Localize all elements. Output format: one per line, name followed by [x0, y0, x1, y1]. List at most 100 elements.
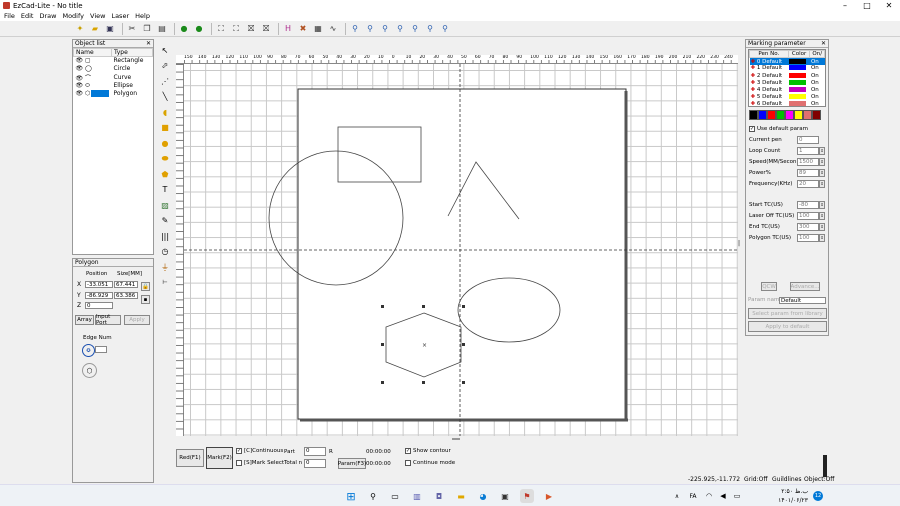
- output-port-icon[interactable]: ⊢: [159, 277, 171, 289]
- param-input[interactable]: 100: [797, 211, 819, 220]
- zoom-page-icon[interactable]: ⚲: [439, 23, 451, 35]
- point-icon[interactable]: ⋰: [159, 75, 171, 87]
- select-library-button[interactable]: Select param from library: [748, 308, 827, 319]
- barcode-icon[interactable]: |||: [159, 230, 171, 242]
- width-input[interactable]: 67.441: [114, 281, 138, 288]
- add-icon[interactable]: ●: [178, 23, 190, 35]
- spin-arrows-icon[interactable]: ⇕: [819, 157, 825, 166]
- volume-icon[interactable]: ◀: [716, 489, 730, 503]
- table-row[interactable]: 👁 ◯ Circle: [74, 65, 153, 73]
- grid-status[interactable]: Grid:Off: [744, 476, 768, 483]
- bitmap-icon[interactable]: ▨: [159, 199, 171, 211]
- pen-row[interactable]: ✚ 5 Default On: [750, 94, 825, 101]
- column-on[interactable]: On/: [809, 50, 825, 59]
- widgets-icon[interactable]: ▥: [410, 489, 424, 503]
- param-input[interactable]: 1: [797, 146, 819, 155]
- pen-color[interactable]: [788, 72, 810, 79]
- param-input[interactable]: 100: [797, 233, 819, 242]
- language-indicator[interactable]: FA: [686, 489, 700, 503]
- text-icon[interactable]: T: [159, 184, 171, 196]
- invert-select-icon[interactable]: ⛝: [260, 23, 272, 35]
- store-icon[interactable]: ▣: [498, 489, 512, 503]
- pen-row[interactable]: ✚ 6 Default On: [750, 101, 825, 106]
- pen-color[interactable]: [788, 86, 810, 93]
- z-input[interactable]: 0: [85, 302, 113, 309]
- cut-icon[interactable]: ✂: [126, 23, 138, 35]
- object-status[interactable]: Object:Off: [804, 476, 834, 483]
- qcw-button[interactable]: QCW: [761, 282, 777, 291]
- spin-arrows-icon[interactable]: ⇕: [819, 211, 825, 220]
- input-port-button[interactable]: Input Port: [95, 314, 121, 326]
- pen-row[interactable]: ✚ 2 Default On: [750, 72, 825, 79]
- menu-view[interactable]: View: [90, 12, 105, 20]
- pen-color[interactable]: [788, 58, 810, 65]
- pen-expand-icon[interactable]: ✚: [751, 87, 756, 93]
- total-input[interactable]: 0: [304, 459, 326, 468]
- palette-color[interactable]: [785, 110, 794, 120]
- eye-icon[interactable]: 👁: [76, 75, 84, 82]
- ellipse-draw-icon[interactable]: ⬬: [159, 153, 171, 165]
- circle-draw-icon[interactable]: ●: [159, 137, 171, 149]
- zoom-fit-icon[interactable]: ⚲: [409, 23, 421, 35]
- media-app-icon[interactable]: ▶: [542, 489, 556, 503]
- paste-icon[interactable]: ▤: [156, 23, 168, 35]
- pen-expand-icon[interactable]: ✚: [751, 59, 756, 65]
- param-input[interactable]: 1500: [797, 157, 819, 166]
- eye-icon[interactable]: 👁: [76, 65, 84, 72]
- chat-icon[interactable]: ◘: [432, 489, 446, 503]
- clock-time[interactable]: ۲:۵۰ ب.ظ: [768, 488, 808, 495]
- pen-on[interactable]: On: [810, 79, 825, 86]
- palette-color[interactable]: [794, 110, 803, 120]
- zoom-out-icon[interactable]: ⚲: [379, 23, 391, 35]
- pen-color[interactable]: [788, 79, 810, 86]
- anchor-icon[interactable]: ▪: [141, 295, 150, 304]
- zoom-all-icon[interactable]: ⚲: [394, 23, 406, 35]
- open-file-icon[interactable]: ▰: [89, 23, 101, 35]
- timer-icon[interactable]: ◷: [159, 246, 171, 258]
- menu-file[interactable]: File: [4, 12, 15, 20]
- spin-arrows-icon[interactable]: ⇕: [819, 222, 825, 231]
- overflow-icon[interactable]: ∧: [670, 489, 684, 503]
- param-name-input[interactable]: Default: [779, 297, 826, 304]
- param-button[interactable]: Param(F3): [338, 458, 366, 469]
- polygon-draw-icon[interactable]: ⬟: [159, 168, 171, 180]
- eye-icon[interactable]: 👁: [76, 57, 84, 64]
- pen-on[interactable]: On: [810, 65, 825, 72]
- pen-on[interactable]: On: [810, 101, 825, 106]
- array-button[interactable]: Array: [75, 315, 94, 325]
- param-input[interactable]: -80: [797, 200, 819, 209]
- param-input[interactable]: 300: [797, 222, 819, 231]
- palette-color[interactable]: [812, 110, 821, 120]
- palette-color[interactable]: [803, 110, 812, 120]
- spin-arrows-icon[interactable]: ⇕: [819, 233, 825, 242]
- spin-arrows-icon[interactable]: ⇕: [819, 200, 825, 209]
- menu-laser[interactable]: Laser: [111, 12, 129, 20]
- lock-icon[interactable]: 🔒: [141, 282, 150, 291]
- pen-color[interactable]: [788, 65, 810, 72]
- column-color[interactable]: Color: [787, 50, 811, 59]
- palette-color[interactable]: [758, 110, 767, 120]
- ezcad-taskbar-icon[interactable]: ⚑: [520, 489, 534, 503]
- close-button[interactable]: ✕: [878, 0, 900, 11]
- hatch-icon[interactable]: H: [282, 23, 294, 35]
- palette-color[interactable]: [767, 110, 776, 120]
- use-default-checkbox[interactable]: ✓ Use default param: [749, 123, 828, 134]
- menu-modify[interactable]: Modify: [62, 12, 84, 20]
- windows-start-icon[interactable]: ⊞: [344, 489, 358, 503]
- pen-on[interactable]: On: [810, 58, 825, 65]
- zoom-select-icon[interactable]: ⚲: [424, 23, 436, 35]
- part-input[interactable]: 0: [304, 447, 326, 456]
- zoom-in-icon[interactable]: ⚲: [364, 23, 376, 35]
- clock-date[interactable]: ۱۴۰۱/۰۶/۲۳: [768, 497, 808, 504]
- table-row[interactable]: 👁 ▢ Rectangle: [74, 57, 153, 65]
- minimize-button[interactable]: –: [834, 0, 856, 11]
- pen-on[interactable]: On: [810, 94, 825, 101]
- advance-button[interactable]: Advance...: [790, 282, 820, 291]
- spin-arrows-icon[interactable]: ⇕: [819, 179, 825, 188]
- canvas-scrollbar[interactable]: [176, 436, 738, 443]
- y-input[interactable]: -86.929: [85, 292, 113, 299]
- pen-row[interactable]: ✚ 4 Default On: [750, 86, 825, 93]
- vector-file-icon[interactable]: ✎: [159, 215, 171, 227]
- line-icon[interactable]: ╲: [159, 91, 171, 103]
- mark-button[interactable]: Mark(F2): [206, 447, 233, 469]
